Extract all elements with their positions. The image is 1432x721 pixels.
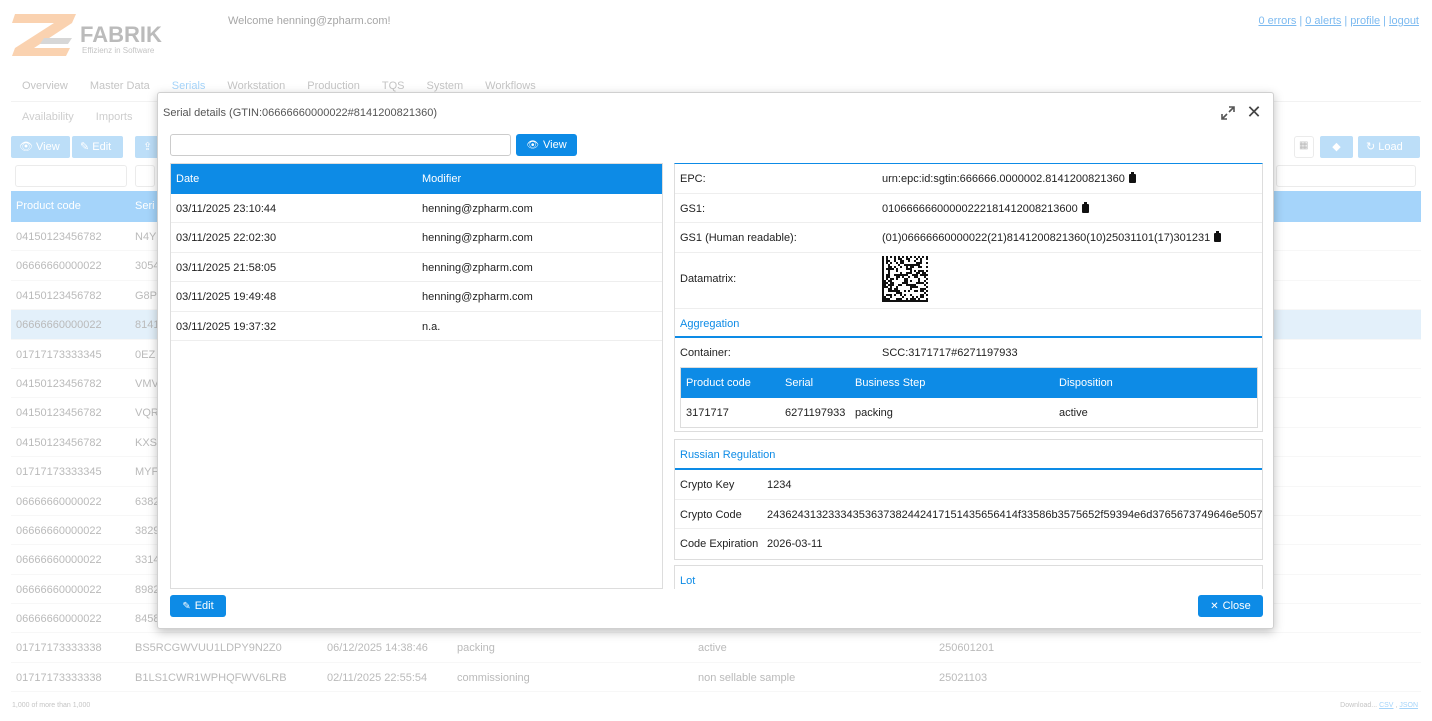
crypto-key-label: Crypto Key (680, 479, 735, 491)
history-header: Date Modifier (171, 164, 662, 194)
history-modifier: henning@zpharm.com (422, 203, 533, 215)
epc-label: EPC: (680, 173, 706, 185)
crypto-code-value: 243624313233343536373824424171514356564​… (767, 508, 1263, 521)
history-date: 03/11/2025 23:10:44 (176, 203, 277, 215)
close-button[interactable]: ✕ Close (1198, 595, 1263, 617)
identifiers-panel: EPC: urn:epc:id:sgtin:666666.0000002.814… (674, 163, 1263, 432)
col-business-step[interactable]: Business Step (855, 377, 925, 389)
container-value: SCC:3171717#6271197933 (882, 346, 1018, 359)
clipboard-icon[interactable] (1214, 231, 1222, 242)
aggregation-table-wrap: Product code Serial Business Step Dispos… (675, 367, 1262, 431)
col-disposition[interactable]: Disposition (1059, 377, 1113, 389)
close-label: Close (1222, 600, 1251, 612)
russian-regulation-panel: Russian Regulation Crypto Key 1234 Crypt… (674, 439, 1263, 560)
history-row[interactable]: 03/11/2025 19:49:48 henning@zpharm.com (171, 282, 662, 312)
russian-regulation-title: Russian Regulation (675, 440, 1262, 470)
crypto-key-row: Crypto Key 1234 (675, 470, 1262, 500)
eye-icon: 👁 (526, 140, 540, 151)
history-modifier: henning@zpharm.com (422, 261, 533, 274)
clipboard-icon[interactable] (1128, 172, 1136, 183)
history-table: Date Modifier 03/11/2025 23:10:44 henning… (170, 163, 663, 589)
crypto-code-row: Crypto Code 2436243132333435363738244241… (675, 500, 1263, 529)
history-row[interactable]: 03/11/2025 21:58:05 henning@zpharm.com (171, 253, 662, 283)
datamatrix-code (882, 255, 928, 302)
gs1-label: GS1: (680, 202, 706, 215)
lot-title: Lot (680, 575, 696, 587)
dialog-title: Serial details (GTIN:06666660000022#8141… (163, 107, 437, 119)
history-date: 03/11/2025 21:58:05 (176, 261, 277, 274)
gs1-human-text: (01)06666660000022(21)8141200821360(10)2… (882, 232, 1211, 244)
gs1-human-value: (01)06666660000022(21)8141200821360(10)2… (882, 231, 1222, 244)
agg-business-step: packing (855, 407, 893, 419)
view-label: View (543, 139, 567, 151)
lot-panel: Lot (674, 565, 1263, 589)
col-product-code[interactable]: Product code (686, 377, 751, 389)
code-expiration-row: Code Expiration 2026-03-11 (675, 529, 1262, 559)
history-date: 03/11/2025 19:37:32 (176, 320, 277, 333)
history-row[interactable]: 03/11/2025 22:02:30 henning@zpharm.com (171, 223, 662, 253)
aggregation-row[interactable]: 3171717 6271197933 packing active (681, 398, 1257, 427)
gs1-value: 01066666600000222181412008213600 (882, 201, 1089, 215)
gs1-row: GS1: 01066666600000222181412008213600 (675, 194, 1262, 223)
serial-search-input[interactable] (170, 134, 511, 156)
agg-product-code: 3171717 (686, 407, 729, 419)
serial-details-dialog: Serial details (GTIN:06666660000022#8141… (157, 92, 1274, 629)
col-date[interactable]: Date (176, 173, 199, 185)
view-serial-button[interactable]: 👁 View (516, 134, 577, 156)
aggregation-title: Aggregation (675, 307, 1262, 338)
history-date: 03/11/2025 19:49:48 (176, 291, 277, 304)
history-date: 03/11/2025 22:02:30 (176, 232, 277, 245)
col-serial[interactable]: Serial (785, 377, 813, 389)
pencil-icon: ✎ (182, 601, 191, 612)
code-expiration-label: Code Expiration (680, 538, 759, 550)
epc-value: urn:epc:id:sgtin:666666.0000002.81412008… (882, 172, 1136, 185)
gs1-human-label: GS1 (Human readable): (680, 232, 797, 244)
edit-label: Edit (194, 600, 214, 612)
gs1-human-row: GS1 (Human readable): (01)06666660000022… (675, 223, 1262, 253)
container-row: Container: SCC:3171717#6271197933 (675, 338, 1262, 368)
aggregation-header: Product code Serial Business Step Dispos… (681, 368, 1257, 398)
datamatrix-label: Datamatrix: (680, 272, 737, 285)
aggregation-table: Product code Serial Business Step Dispos… (680, 367, 1258, 428)
clipboard-icon[interactable] (1081, 201, 1089, 213)
agg-serial: 6271197933 (785, 407, 846, 419)
history-row[interactable]: 03/11/2025 19:37:32 n.a. (171, 312, 662, 341)
container-label: Container: (680, 346, 731, 359)
datamatrix-row: Datamatrix: (675, 253, 1262, 308)
gs1-text: 01066666600000222181412008213600 (882, 202, 1078, 215)
crypto-key-value: 1234 (767, 479, 792, 491)
epc-text: urn:epc:id:sgtin:666666.0000002.81412008… (882, 173, 1125, 185)
details-pane: EPC: urn:epc:id:sgtin:666666.0000002.814… (674, 163, 1263, 589)
epc-row: EPC: urn:epc:id:sgtin:666666.0000002.814… (675, 164, 1262, 194)
col-modifier[interactable]: Modifier (422, 173, 461, 185)
code-expiration-value: 2026-03-11 (767, 538, 823, 550)
history-modifier: n.a. (422, 320, 441, 333)
crypto-code-label: Crypto Code (680, 508, 742, 521)
close-icon[interactable]: ✕ (1245, 103, 1263, 121)
x-icon: ✕ (1210, 601, 1219, 612)
edit-serial-button[interactable]: ✎ Edit (170, 595, 226, 617)
agg-disposition: active (1059, 407, 1088, 419)
history-modifier: henning@zpharm.com (422, 232, 533, 245)
history-row[interactable]: 03/11/2025 23:10:44 henning@zpharm.com (171, 194, 662, 224)
history-modifier: henning@zpharm.com (422, 291, 533, 304)
expand-icon[interactable] (1219, 104, 1237, 122)
